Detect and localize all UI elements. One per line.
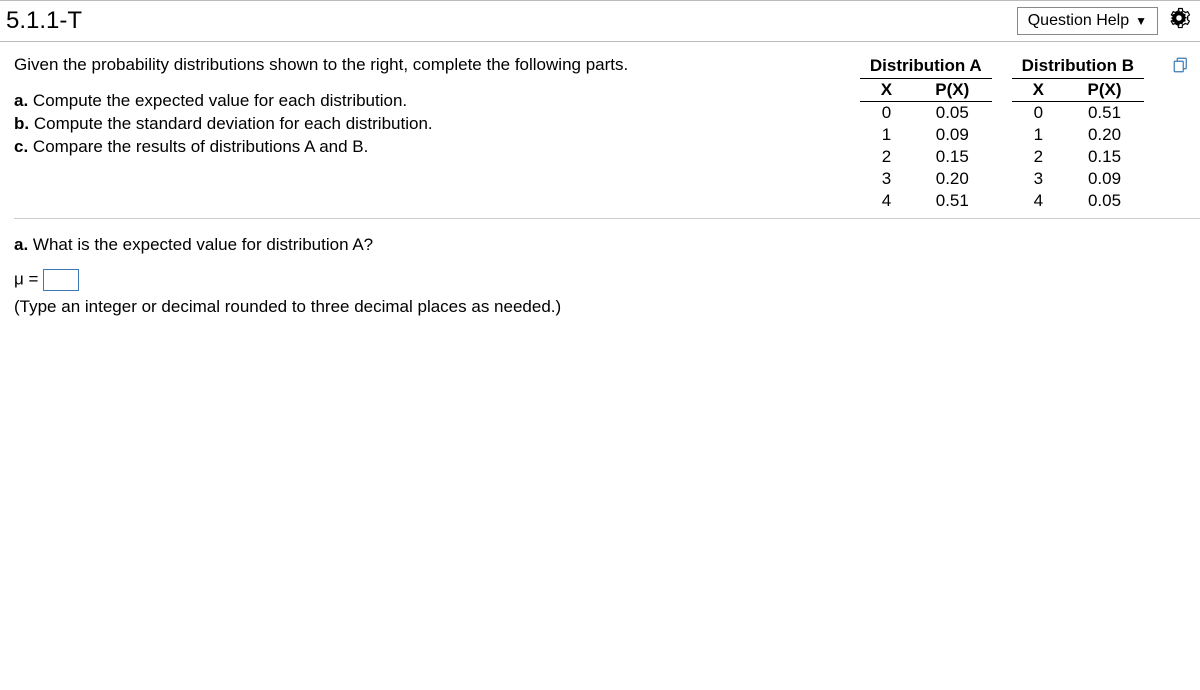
question-a-lead: a. — [14, 235, 28, 254]
cell: 4 — [1012, 190, 1065, 212]
dist-a-title: Distribution A — [860, 54, 992, 79]
chevron-down-icon: ▼ — [1135, 14, 1147, 28]
table-row: 40.05 — [1012, 190, 1144, 212]
cell: 0.51 — [1065, 102, 1144, 125]
cell: 1 — [860, 124, 913, 146]
dist-b-col-p: P(X) — [1065, 79, 1144, 102]
table-row: 00.51 — [1012, 102, 1144, 125]
cell: 1 — [1012, 124, 1065, 146]
table-row: 10.20 — [1012, 124, 1144, 146]
table-row: 00.05 — [860, 102, 992, 125]
cell: 0.15 — [913, 146, 992, 168]
prompt-text: Given the probability distributions show… — [14, 54, 860, 159]
table-row: 10.09 — [860, 124, 992, 146]
cell: 3 — [1012, 168, 1065, 190]
cell: 0.20 — [913, 168, 992, 190]
prompt-row: Given the probability distributions show… — [14, 54, 1200, 219]
cell: 4 — [860, 190, 913, 212]
distributions-wrap: Distribution A XP(X) 00.05 10.09 20.15 3… — [860, 54, 1200, 212]
mu-row: μ = — [14, 269, 1200, 291]
header-bar: 5.1.1-T Question Help ▼ — [0, 0, 1200, 42]
answer-hint: (Type an integer or decimal rounded to t… — [14, 297, 1200, 317]
cell: 2 — [860, 146, 913, 168]
content-area: Given the probability distributions show… — [0, 42, 1200, 317]
part-b: b. Compute the standard deviation for ea… — [14, 114, 433, 133]
question-number: 5.1.1-T — [6, 7, 1017, 35]
cell: 0.20 — [1065, 124, 1144, 146]
table-row: 20.15 — [1012, 146, 1144, 168]
dist-b-col-x: X — [1012, 79, 1065, 102]
question-help-button[interactable]: Question Help ▼ — [1017, 7, 1158, 35]
part-a: a. Compute the expected value for each d… — [14, 91, 407, 110]
table-row: 30.09 — [1012, 168, 1144, 190]
answer-input[interactable] — [43, 269, 79, 291]
prompt-intro: Given the probability distributions show… — [14, 54, 840, 76]
dist-a-col-p: P(X) — [913, 79, 992, 102]
question-a-title: a. What is the expected value for distri… — [14, 235, 1200, 255]
distribution-b-table: Distribution B XP(X) 00.51 10.20 20.15 3… — [1012, 54, 1144, 212]
distribution-a-table: Distribution A XP(X) 00.05 10.09 20.15 3… — [860, 54, 992, 212]
cell: 0.05 — [1065, 190, 1144, 212]
cell: 3 — [860, 168, 913, 190]
cell: 0.05 — [913, 102, 992, 125]
copy-icon[interactable] — [1172, 56, 1190, 212]
cell: 0.51 — [913, 190, 992, 212]
dist-a-col-x: X — [860, 79, 913, 102]
cell: 0.09 — [1065, 168, 1144, 190]
table-row: 30.20 — [860, 168, 992, 190]
gear-icon[interactable] — [1168, 7, 1190, 35]
question-block: a. What is the expected value for distri… — [14, 219, 1200, 317]
question-help-label: Question Help — [1028, 12, 1129, 30]
cell: 0 — [860, 102, 913, 125]
dist-b-title: Distribution B — [1012, 54, 1144, 79]
table-row: 20.15 — [860, 146, 992, 168]
cell: 0 — [1012, 102, 1065, 125]
question-a-text: What is the expected value for distribut… — [33, 235, 373, 254]
mu-label: μ = — [14, 269, 38, 288]
cell: 2 — [1012, 146, 1065, 168]
part-c: c. Compare the results of distributions … — [14, 137, 368, 156]
cell: 0.09 — [913, 124, 992, 146]
table-row: 40.51 — [860, 190, 992, 212]
prompt-parts: a. Compute the expected value for each d… — [14, 90, 840, 159]
cell: 0.15 — [1065, 146, 1144, 168]
